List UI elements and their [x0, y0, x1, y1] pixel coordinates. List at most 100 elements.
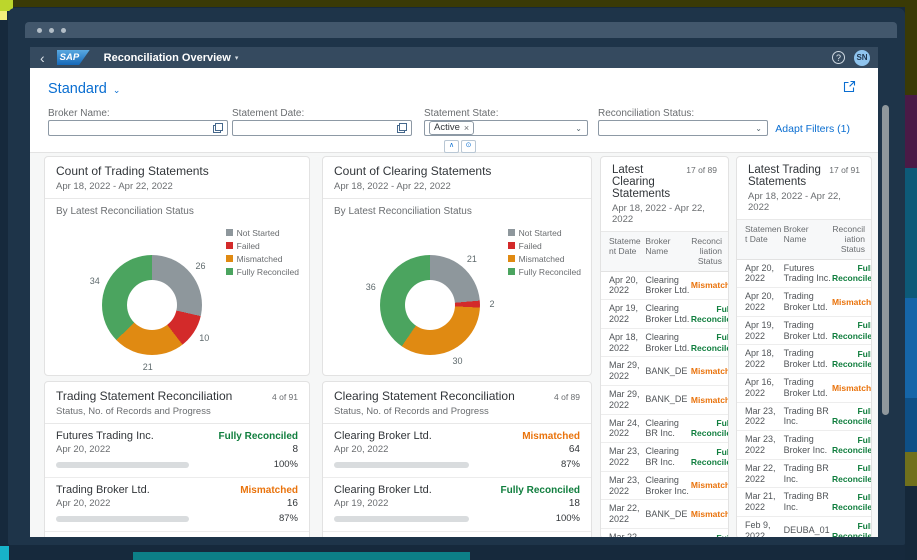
recon-status-select[interactable]: ⌄	[598, 120, 768, 136]
value-help-icon[interactable]	[213, 123, 223, 133]
user-avatar[interactable]: SN	[854, 50, 870, 66]
row-count-badge: 17 of 91	[825, 165, 860, 175]
status-cell: Mismatched	[691, 280, 729, 290]
table-row[interactable]: Apr 18, 2022 Clearing Broker Ltd. Fully …	[601, 329, 728, 358]
statement-state-combo[interactable]: Active × ⌄	[424, 120, 588, 136]
statement-date-input[interactable]	[232, 120, 412, 136]
card-trading-statement-reconciliation[interactable]: Trading Statement Reconciliation 4 of 91…	[44, 381, 310, 537]
broker-name-cell: Trading Broker Ltd.	[782, 320, 832, 342]
marketing-frame: ‹ SAP Reconciliation Overview ▾ ? SN Sta…	[0, 0, 917, 560]
statement-date-cell: Apr 19, 2022	[609, 303, 643, 325]
table-row[interactable]: Mar 23, 2022 Clearing BR Inc. Fully Reco…	[601, 443, 728, 472]
list-item[interactable]: Trading Broker Ltd. Mismatched Apr 20, 2…	[45, 478, 309, 532]
variant-selector[interactable]: Standard	[48, 81, 107, 97]
table-row[interactable]: Apr 19, 2022 Clearing Broker Ltd. Fully …	[601, 300, 728, 329]
statement-date-cell: Mar 23, 2022	[609, 446, 643, 468]
table-row[interactable]: Mar 23, 2022 Trading Broker Inc. Fully R…	[737, 431, 871, 460]
dashboard-grid: Count of Trading Statements Apr 18, 2022…	[30, 152, 878, 537]
list-item[interactable]: Clearing Broker Ltd. Fully Reconciled Ap…	[323, 478, 591, 532]
statement-date-cell: Apr 18, 2022	[609, 332, 643, 354]
statement-date: Apr 20, 2022	[56, 498, 110, 509]
back-button[interactable]: ‹	[40, 51, 45, 65]
chart-legend: Not Started Failed Mismatche	[226, 226, 299, 278]
broker-name-cell: Clearing Broker Inc.	[643, 475, 691, 497]
status-cell: Fully Reconciled	[691, 447, 729, 467]
broker-name-cell: Trading Broker Inc.	[782, 434, 832, 456]
card-subtitle: Status, No. of Records and Progress	[56, 406, 298, 417]
share-icon[interactable]	[843, 80, 856, 93]
card-title: Count of Trading Statements	[56, 164, 209, 178]
table-row[interactable]: Mar 29, 2022 BANK_DE Mismatched	[601, 386, 728, 415]
table-row[interactable]: Apr 19, 2022 Trading Broker Ltd. Fully R…	[737, 317, 871, 346]
status-cell: Fully Reconciled	[832, 263, 872, 283]
broker-name: Clearing Broker Ltd.	[334, 430, 432, 442]
broker-name-cell: BANK_DE	[643, 394, 691, 405]
donut-slice-value: 34	[90, 276, 100, 286]
table-row[interactable]: Mar 22, 2022 BANK_DE Fully Reconciled	[601, 529, 728, 537]
status-cell: Mismatched	[691, 395, 729, 405]
trading-donut-chart[interactable]	[102, 255, 202, 355]
app-header: ‹ SAP Reconciliation Overview ▾ ? SN	[30, 47, 878, 68]
chevron-down-icon[interactable]: ⌄	[575, 124, 582, 133]
card-subtitle: Apr 18, 2022 - Apr 22, 2022	[56, 181, 298, 192]
broker-name-input[interactable]	[48, 120, 228, 136]
window-control-dot[interactable]	[49, 28, 54, 33]
card-latest-clearing-statements[interactable]: Latest Clearing Statements 17 of 89 Apr …	[600, 156, 729, 537]
table-row[interactable]: Mar 24, 2022 Clearing BR Inc. Fully Reco…	[601, 415, 728, 444]
status-cell: Fully Reconciled	[832, 406, 872, 426]
filter-token-active[interactable]: Active ×	[429, 121, 474, 135]
broker-name-cell: Trading Broker Ltd.	[782, 348, 832, 370]
variant-caret-icon[interactable]: ⌄	[113, 85, 121, 96]
donut-slice-value: 36	[366, 282, 376, 292]
adapt-filters-link[interactable]: Adapt Filters (1)	[775, 123, 850, 135]
list-item[interactable]: Clearing Broker Ltd. Mismatched Apr 20, …	[323, 424, 591, 478]
list-item[interactable]: Clearing Broker Ltd. Fully Reconciled Ap…	[323, 532, 591, 537]
card-clearing-statement-reconciliation[interactable]: Clearing Statement Reconciliation 4 of 8…	[322, 381, 592, 537]
collapse-header-button[interactable]: ∧	[444, 140, 459, 153]
broker-name-label: Broker Name:	[48, 108, 110, 119]
status-cell: Fully Reconciled	[832, 320, 872, 340]
browser-window: ‹ SAP Reconciliation Overview ▾ ? SN Sta…	[8, 8, 905, 545]
clearing-donut-chart[interactable]	[380, 255, 480, 355]
help-icon[interactable]: ?	[832, 51, 845, 64]
table-row[interactable]: Apr 20, 2022 Futures Trading Inc. Fully …	[737, 260, 871, 289]
table-column-headers: Statement DateBroker NameReconciliation …	[601, 232, 728, 272]
card-latest-trading-statements[interactable]: Latest Trading Statements 17 of 91 Apr 1…	[736, 156, 872, 537]
table-row[interactable]: Mar 22, 2022 BANK_DE Mismatched	[601, 500, 728, 529]
list-item[interactable]: Futures Trading Inc. Fully Reconciled Ap…	[45, 424, 309, 478]
card-count-clearing-statements[interactable]: Count of Clearing Statements Apr 18, 202…	[322, 156, 592, 376]
legend-color-swatch	[226, 255, 233, 262]
status-cell: Fully Reconciled	[691, 533, 729, 537]
card-count-trading-statements[interactable]: Count of Trading Statements Apr 18, 2022…	[44, 156, 310, 376]
app-title-caret-icon[interactable]: ▾	[235, 54, 239, 62]
page-scrollbar-thumb[interactable]	[882, 105, 889, 415]
records-count: 18	[569, 498, 580, 509]
table-column-headers: Statement DateBroker NameReconciliation …	[737, 220, 871, 260]
window-control-dot[interactable]	[61, 28, 66, 33]
legend-item: Fully Reconciled	[508, 265, 581, 278]
list-body: Clearing Broker Ltd. Mismatched Apr 20, …	[323, 424, 591, 537]
pin-header-button[interactable]: ⊙	[461, 140, 476, 153]
chevron-down-icon[interactable]: ⌄	[755, 124, 762, 133]
table-row[interactable]: Mar 22, 2022 Trading BR Inc. Fully Recon…	[737, 460, 871, 489]
table-row[interactable]: Apr 20, 2022 Clearing Broker Ltd. Mismat…	[601, 272, 728, 301]
status-cell: Fully Reconciled	[691, 418, 729, 438]
list-item[interactable]: Trading Broker Ltd. Fully Reconciled Apr…	[45, 532, 309, 537]
token-remove-icon[interactable]: ×	[464, 122, 469, 134]
column-header: Broker Name	[643, 236, 691, 267]
table-row[interactable]: Mar 23, 2022 Trading BR Inc. Fully Recon…	[737, 403, 871, 432]
statement-date-cell: Apr 20, 2022	[745, 291, 782, 313]
row-count-badge: 17 of 89	[682, 165, 717, 175]
table-row[interactable]: Feb 9, 2022 DEUBA_01 Fully Reconciled	[737, 517, 871, 537]
table-row[interactable]: Mar 23, 2022 Clearing Broker Inc. Mismat…	[601, 472, 728, 501]
table-row[interactable]: Apr 16, 2022 Trading Broker Ltd. Mismatc…	[737, 374, 871, 403]
value-help-icon[interactable]	[397, 123, 407, 133]
table-row[interactable]: Apr 20, 2022 Trading Broker Ltd. Mismatc…	[737, 288, 871, 317]
table-row[interactable]: Mar 21, 2022 Trading BR Inc. Fully Recon…	[737, 488, 871, 517]
table-row[interactable]: Mar 29, 2022 BANK_DE Mismatched	[601, 357, 728, 386]
broker-name-cell: Trading BR Inc.	[782, 491, 832, 513]
broker-name-cell: Clearing BR Inc.	[643, 446, 691, 468]
window-control-dot[interactable]	[37, 28, 42, 33]
table-row[interactable]: Apr 18, 2022 Trading Broker Ltd. Fully R…	[737, 345, 871, 374]
app-title[interactable]: Reconciliation Overview	[104, 52, 231, 64]
